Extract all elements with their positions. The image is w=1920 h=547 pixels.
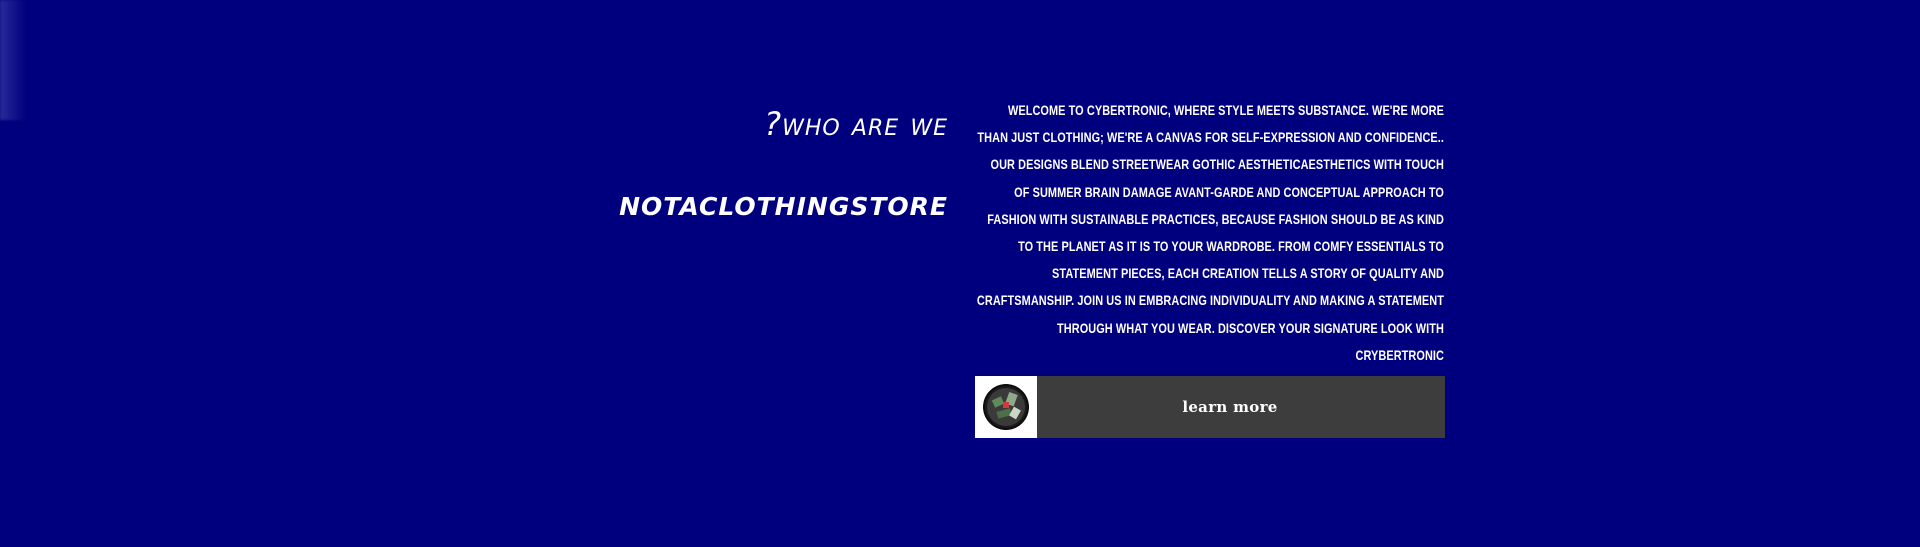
about-section: ?who are we notaclothingstore Welcome to… bbox=[0, 0, 1920, 547]
learn-more-button[interactable]: learn more bbox=[975, 376, 1445, 438]
circular-logo-icon bbox=[983, 384, 1029, 430]
learn-more-label: learn more bbox=[1182, 398, 1278, 416]
about-description: Welcome to CyberTronic, where style meet… bbox=[976, 102, 1444, 363]
about-heading-block: ?who are we notaclothingstore bbox=[400, 92, 948, 222]
section-eyebrow: ?who are we bbox=[764, 105, 948, 143]
about-text-block: Welcome to CyberTronic, where style meet… bbox=[976, 97, 1444, 369]
learn-more-thumbnail bbox=[975, 376, 1037, 438]
store-name-heading: notaclothingstore bbox=[619, 183, 948, 224]
